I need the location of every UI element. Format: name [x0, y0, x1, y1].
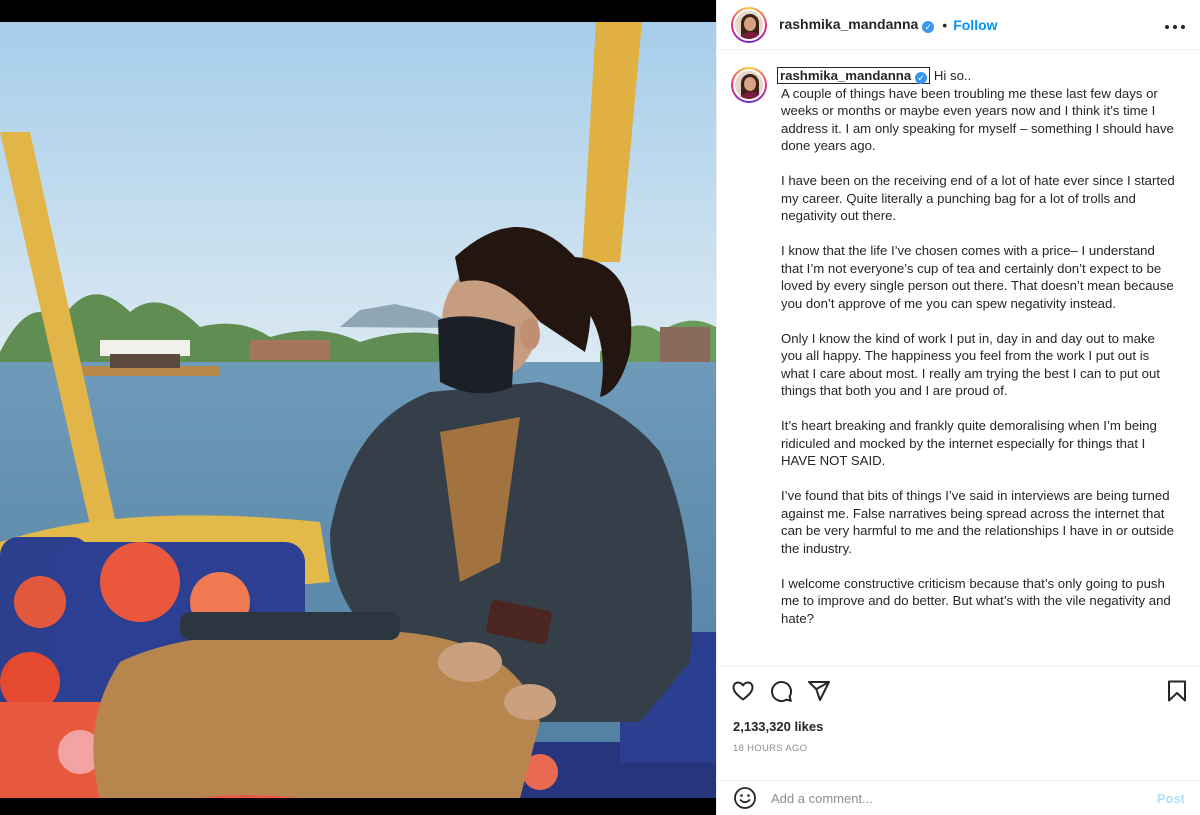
bookmark-glyph — [1168, 680, 1186, 702]
caption-text: rashmika_mandanna ✓ Hi so.. A couple of t… — [777, 67, 1175, 666]
engagement-section: 2,133,320 likes 18 HOURS AGO — [717, 666, 1200, 754]
caption-paragraph-1: rashmika_mandanna ✓ Hi so.. A couple of t… — [777, 67, 1175, 155]
caption-paragraph-7: I welcome constructive criticism because… — [781, 575, 1171, 626]
post-comment-button[interactable]: Post — [1157, 791, 1185, 806]
caption-section: rashmika_mandanna ✓ Hi so.. A couple of t… — [717, 51, 1200, 666]
action-bar — [717, 667, 1200, 715]
author-avatar[interactable] — [731, 6, 767, 43]
caption-verified-badge-icon: ✓ — [915, 72, 928, 84]
post-header: rashmika_mandanna ✓ • Follow — [717, 0, 1200, 50]
more-dots-glyph — [1165, 25, 1185, 29]
caption-paragraph-2: I have been on the receiving end of a lo… — [781, 173, 1175, 223]
caption-paragraph-4: Only I know the kind of work I put in, d… — [781, 330, 1160, 399]
share-icon[interactable] — [807, 679, 831, 703]
post-photo[interactable] — [0, 22, 716, 798]
caption-paragraph-5: It’s heart breaking and frankly quite de… — [781, 418, 1157, 468]
likes-count[interactable]: 2,133,320 likes — [717, 719, 1200, 734]
post-timestamp[interactable]: 18 HOURS AGO — [717, 743, 1200, 754]
comment-icon[interactable] — [769, 679, 793, 703]
caption-username[interactable]: rashmika_mandanna ✓ — [777, 67, 931, 84]
separator-dot: • — [942, 16, 948, 33]
caption-avatar[interactable] — [731, 67, 767, 103]
comment-glyph — [771, 681, 793, 703]
caption-paragraph-6: I’ve found that bits of things I’ve said… — [781, 488, 1174, 556]
more-dots-icon[interactable] — [1164, 14, 1186, 35]
caption-paragraph-3: I know that the life I’ve chosen comes w… — [781, 243, 1174, 311]
author-username[interactable]: rashmika_mandanna ✓ — [779, 16, 935, 33]
share-glyph — [808, 681, 830, 701]
caption-paragraph-text: A couple of things have been troubling m… — [781, 85, 1174, 154]
post-side-panel: rashmika_mandanna ✓ • Follow rashmika_man… — [716, 0, 1200, 815]
caption-username-text[interactable]: rashmika_mandanna — [780, 68, 911, 83]
bookmark-icon[interactable] — [1165, 679, 1189, 703]
photo-illustration — [0, 22, 716, 798]
follow-button[interactable]: Follow — [953, 17, 997, 33]
verified-badge-icon: ✓ — [922, 21, 935, 33]
instagram-post-viewer: rashmika_mandanna ✓ • Follow rashmika_man… — [0, 0, 1200, 815]
caption-avatar-image — [733, 69, 765, 101]
heart-glyph — [732, 681, 754, 701]
avatar-image — [733, 8, 765, 41]
comment-input[interactable] — [771, 790, 1157, 806]
comment-bar: Post — [717, 780, 1200, 815]
emoji-glyph — [734, 787, 756, 809]
caption-greeting: Hi so.. — [933, 68, 972, 83]
heart-icon[interactable] — [731, 679, 755, 703]
emoji-icon[interactable] — [733, 786, 757, 810]
author-username-text[interactable]: rashmika_mandanna — [779, 16, 918, 32]
